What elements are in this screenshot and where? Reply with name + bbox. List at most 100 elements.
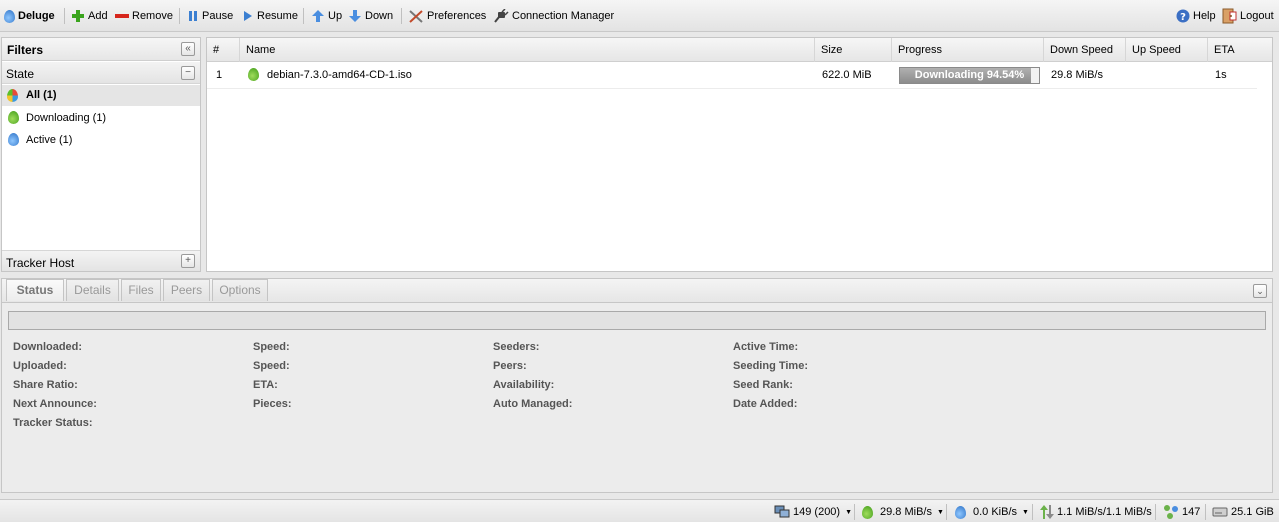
filter-item-downloading[interactable]: Downloading (1) bbox=[2, 107, 200, 128]
tab-files[interactable]: Files bbox=[121, 279, 161, 301]
status-divider bbox=[946, 504, 947, 520]
torrent-name: debian-7.3.0-amd64-CD-1.iso bbox=[267, 69, 412, 81]
auto-managed-label: Auto Managed: bbox=[493, 398, 573, 410]
downloading-icon bbox=[248, 68, 259, 81]
pause-label: Pause bbox=[202, 10, 234, 22]
downloading-icon bbox=[8, 111, 19, 124]
status-divider bbox=[1032, 504, 1033, 520]
tracker-host-label: Tracker Host bbox=[6, 256, 75, 270]
down-button[interactable]: Down bbox=[348, 8, 393, 24]
filter-item-label: Active (1) bbox=[26, 134, 73, 146]
column-header-size[interactable]: Size bbox=[815, 38, 892, 62]
deluge-logo-icon bbox=[4, 9, 15, 23]
connections-value: 149 (200) bbox=[793, 506, 841, 518]
brand-label: Deluge bbox=[18, 10, 55, 22]
chevron-down-icon: ▼ bbox=[936, 508, 944, 516]
logout-button[interactable]: Logout bbox=[1221, 8, 1274, 24]
toolbar-divider bbox=[401, 8, 402, 24]
date-added-label: Date Added: bbox=[733, 398, 798, 410]
active-time-label: Active Time: bbox=[733, 341, 799, 353]
status-divider bbox=[854, 504, 855, 520]
pause-button[interactable]: Pause bbox=[187, 8, 233, 24]
grid-header: # Name Size Progress Down Speed Up Speed… bbox=[207, 38, 1272, 62]
resume-button[interactable]: Resume bbox=[242, 8, 298, 24]
free-space-status: 25.1 GiB bbox=[1212, 504, 1274, 520]
filter-item-active[interactable]: Active (1) bbox=[2, 129, 200, 150]
tab-peers[interactable]: Peers bbox=[163, 279, 210, 301]
table-row[interactable]: 1 debian-7.3.0-amd64-CD-1.iso 622.0 MiB … bbox=[207, 62, 1257, 89]
plug-icon bbox=[494, 9, 509, 23]
connection-manager-label: Connection Manager bbox=[512, 10, 615, 22]
download-speed-value: 29.8 MiB/s bbox=[880, 506, 932, 518]
filter-item-label: All (1) bbox=[26, 89, 57, 101]
collapse-filters-button[interactable]: « bbox=[181, 42, 195, 56]
status-divider bbox=[1155, 504, 1156, 520]
free-space-value: 25.1 GiB bbox=[1231, 506, 1274, 518]
up-button[interactable]: Up bbox=[311, 8, 342, 24]
tab-details[interactable]: Details bbox=[66, 279, 119, 301]
tab-status[interactable]: Status bbox=[6, 279, 64, 301]
column-header-down-speed[interactable]: Down Speed bbox=[1044, 38, 1126, 62]
downloaded-label: Downloaded: bbox=[13, 341, 83, 353]
uploaded-label: Uploaded: bbox=[13, 360, 67, 372]
seed-rank-label: Seed Rank: bbox=[733, 379, 793, 391]
column-header-progress[interactable]: Progress bbox=[892, 38, 1044, 62]
details-tab-strip: Status Details Files Peers Options ⌄ bbox=[2, 279, 1272, 303]
arrow-up-icon bbox=[312, 10, 324, 22]
hard-drive-icon bbox=[1212, 507, 1228, 517]
preferences-button[interactable]: Preferences bbox=[408, 8, 486, 24]
chevron-down-icon: ▼ bbox=[1022, 508, 1029, 516]
remove-label: Remove bbox=[132, 10, 173, 22]
download-speed-label: Speed: bbox=[253, 341, 290, 353]
collapse-state-button[interactable]: − bbox=[181, 66, 195, 80]
state-section-header[interactable]: State − bbox=[2, 62, 200, 84]
chevron-down-icon: ▼ bbox=[845, 508, 853, 516]
filter-item-all[interactable]: All (1) bbox=[2, 85, 200, 106]
torrent-grid: # Name Size Progress Down Speed Up Speed… bbox=[206, 37, 1273, 272]
expand-tracker-button[interactable]: + bbox=[181, 254, 195, 268]
add-button[interactable]: Add bbox=[71, 8, 108, 24]
peers-label: Peers: bbox=[493, 360, 527, 372]
upload-speed-value: 0.0 KiB/s bbox=[973, 506, 1018, 518]
toolbar-divider bbox=[303, 8, 304, 24]
details-progress-bar bbox=[8, 311, 1266, 330]
help-button[interactable]: ? Help bbox=[1176, 8, 1216, 24]
column-header-eta[interactable]: ETA bbox=[1208, 38, 1272, 62]
filters-title: Filters bbox=[7, 43, 44, 57]
upload-speed-status[interactable]: 0.0 KiB/s ▼ bbox=[955, 504, 1029, 520]
availability-label: Availability: bbox=[493, 379, 555, 391]
minus-icon bbox=[115, 14, 129, 18]
upload-speed-label: Speed: bbox=[253, 360, 290, 372]
status-divider bbox=[1205, 504, 1206, 520]
dht-status: 147 bbox=[1163, 504, 1200, 520]
column-header-name[interactable]: Name bbox=[240, 38, 815, 62]
help-label: Help bbox=[1193, 10, 1216, 22]
brand: Deluge bbox=[4, 8, 55, 24]
column-header-number[interactable]: # bbox=[207, 38, 240, 62]
play-icon bbox=[244, 11, 252, 21]
tracker-status-label: Tracker Status: bbox=[13, 417, 93, 429]
download-speed-status[interactable]: 29.8 MiB/s ▼ bbox=[862, 504, 944, 520]
upload-icon bbox=[955, 505, 966, 519]
seeders-label: Seeders: bbox=[493, 341, 540, 353]
eta-label: ETA: bbox=[253, 379, 278, 391]
dht-nodes-icon bbox=[1164, 505, 1178, 519]
filters-header: Filters « bbox=[2, 38, 200, 61]
connections-status[interactable]: 149 (200) ▼ bbox=[774, 504, 852, 520]
filters-panel: Filters « State − All (1) Downloading (1… bbox=[1, 37, 201, 272]
logout-door-icon bbox=[1222, 8, 1237, 24]
torrent-up-speed bbox=[1127, 62, 1133, 88]
up-label: Up bbox=[328, 10, 343, 22]
tools-icon bbox=[409, 10, 423, 23]
connection-manager-button[interactable]: Connection Manager bbox=[493, 8, 614, 24]
remove-button[interactable]: Remove bbox=[115, 8, 173, 24]
traffic-status: 1.1 MiB/s/1.1 MiB/s bbox=[1040, 504, 1152, 520]
collapse-details-button[interactable]: ⌄ bbox=[1253, 284, 1267, 298]
help-icon: ? bbox=[1176, 9, 1190, 23]
column-header-up-speed[interactable]: Up Speed bbox=[1126, 38, 1208, 62]
preferences-label: Preferences bbox=[427, 10, 487, 22]
tab-options[interactable]: Options bbox=[212, 279, 268, 301]
tracker-host-section-header[interactable]: Tracker Host + bbox=[2, 250, 200, 271]
all-state-icon bbox=[7, 89, 18, 102]
pieces-label: Pieces: bbox=[253, 398, 292, 410]
